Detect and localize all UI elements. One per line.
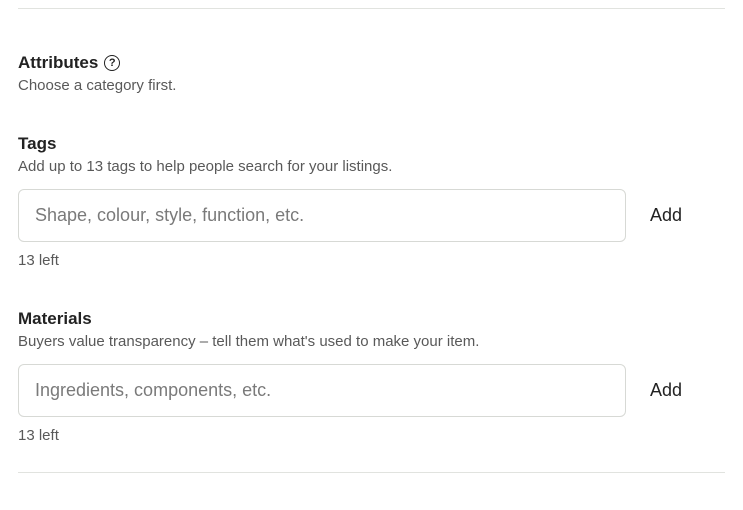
materials-input[interactable] <box>18 364 626 417</box>
attributes-section: Attributes ? Choose a category first. <box>18 53 725 94</box>
tags-counter: 13 left <box>18 252 725 269</box>
attributes-title: Attributes <box>18 53 98 73</box>
tags-input[interactable] <box>18 189 626 242</box>
tags-desc: Add up to 13 tags to help people search … <box>18 158 725 175</box>
tags-title: Tags <box>18 134 56 154</box>
top-divider <box>18 8 725 9</box>
bottom-divider <box>18 472 725 473</box>
materials-counter: 13 left <box>18 427 725 444</box>
materials-desc: Buyers value transparency – tell them wh… <box>18 333 725 350</box>
tags-add-button[interactable]: Add <box>650 205 682 226</box>
attributes-desc: Choose a category first. <box>18 77 725 94</box>
materials-title: Materials <box>18 309 92 329</box>
tags-section: Tags Add up to 13 tags to help people se… <box>18 134 725 269</box>
materials-section: Materials Buyers value transparency – te… <box>18 309 725 444</box>
help-icon[interactable]: ? <box>104 55 120 71</box>
materials-add-button[interactable]: Add <box>650 380 682 401</box>
